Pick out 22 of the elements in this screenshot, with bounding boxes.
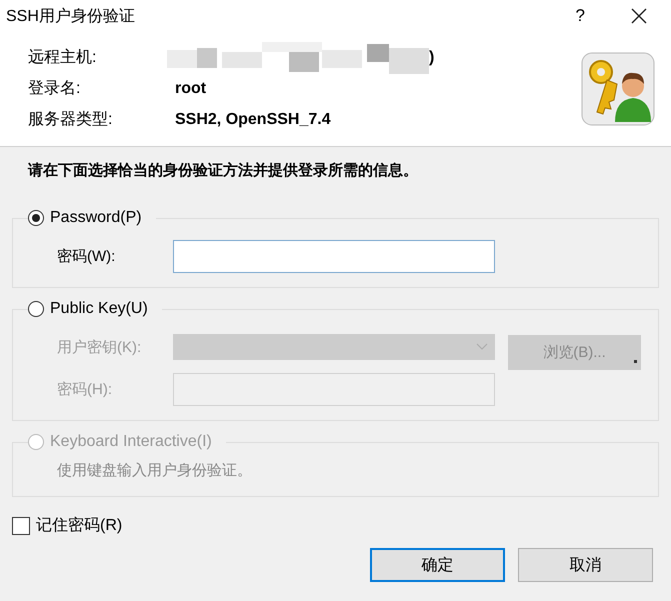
info-label: 远程主机:: [28, 48, 98, 68]
field-label: 密码(W):: [57, 246, 116, 266]
field-label: 密码(H):: [57, 380, 113, 398]
field-label: 用户密钥(K):: [57, 338, 142, 356]
info-value: ): [429, 48, 434, 66]
method-radio[interactable]: Public Key(U): [28, 300, 148, 318]
key-user-icon: [581, 52, 655, 126]
info-value: SSH2, OpenSSH_7.4: [175, 110, 331, 128]
dialog-button[interactable]: 确定: [370, 548, 505, 582]
remember-checkbox[interactable]: 记住密码(R): [12, 515, 659, 536]
window-title: SSH用户身份验证: [6, 6, 136, 26]
close-icon[interactable]: [631, 8, 647, 24]
method-radio[interactable]: Password(P): [28, 209, 142, 227]
help-button[interactable]: ?: [576, 6, 585, 26]
info-label: 服务器类型:: [28, 110, 114, 130]
instruction-text: 请在下面选择恰当的身份验证方法并提供登录所需的信息。: [26, 161, 419, 181]
method-note: 使用键盘输入用户身份验证。: [57, 461, 253, 481]
dialog-button[interactable]: 取消: [518, 548, 653, 582]
chevron-down-icon: [476, 343, 488, 351]
info-label: 登录名:: [28, 79, 82, 99]
info-value: root: [175, 80, 206, 98]
input-field[interactable]: [173, 240, 495, 272]
